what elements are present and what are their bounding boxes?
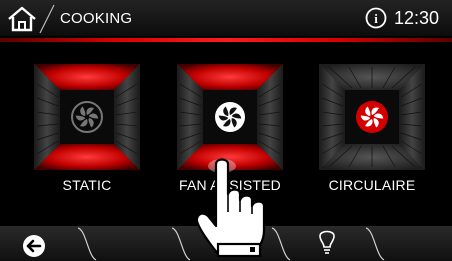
header-bar: COOKING i 12:30 <box>0 0 452 36</box>
header-divider <box>39 4 55 34</box>
info-icon[interactable]: i <box>365 7 387 29</box>
svg-text:i: i <box>374 11 378 26</box>
header-accent-line <box>0 38 452 42</box>
fan-icon <box>356 101 388 133</box>
page-title: COOKING <box>60 10 133 27</box>
clock-time: 12:30 <box>394 8 440 28</box>
mode-label-static: STATIC <box>62 177 112 193</box>
back-icon[interactable] <box>23 235 45 257</box>
mode-button-circulaire[interactable] <box>319 64 425 170</box>
fan-icon <box>215 102 245 132</box>
mode-label-circulaire: CIRCULAIRE <box>328 177 416 193</box>
hand-pointer-icon <box>195 158 266 258</box>
home-icon[interactable] <box>7 6 37 32</box>
mode-button-static[interactable] <box>34 64 140 170</box>
